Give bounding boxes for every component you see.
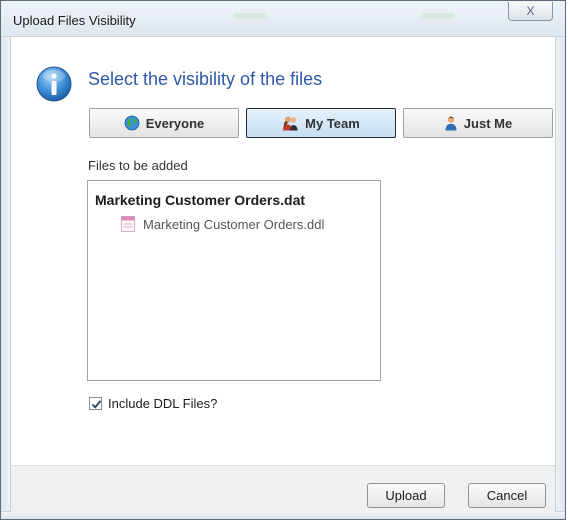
dialog-window: Upload Files Visibility X Select the vis… [0, 0, 566, 520]
info-icon [35, 65, 73, 103]
everyone-label: Everyone [145, 115, 205, 131]
everyone-button[interactable]: Everyone [89, 108, 239, 138]
title-bar-decoration [233, 13, 267, 19]
dialog-footer: Upload Cancel [11, 465, 555, 512]
just-me-label: Just Me [463, 115, 513, 131]
window-title: Upload Files Visibility [13, 13, 136, 28]
file-item-dat[interactable]: Marketing Customer Orders.dat [95, 192, 305, 208]
upload-button-label: Upload [385, 488, 427, 503]
checkmark-icon [91, 400, 102, 409]
file-item-ddl-name: Marketing Customer Orders.ddl [143, 216, 325, 232]
ddl-file-icon [121, 216, 135, 232]
cancel-button-label: Cancel [486, 488, 528, 503]
include-ddl-label: Include DDL Files? [108, 396, 218, 411]
upload-button[interactable]: Upload [367, 483, 445, 508]
include-ddl-option[interactable]: Include DDL Files? [89, 396, 217, 411]
title-bar[interactable]: Upload Files Visibility X [1, 1, 565, 37]
files-label: Files to be added [88, 158, 188, 173]
my-team-button[interactable]: My Team [246, 108, 396, 138]
team-icon [282, 115, 299, 131]
user-icon [444, 115, 458, 131]
cancel-button[interactable]: Cancel [468, 483, 546, 508]
title-bar-decoration [421, 13, 455, 19]
window-border-left [1, 37, 11, 519]
close-icon: X [526, 4, 535, 18]
just-me-button[interactable]: Just Me [403, 108, 553, 138]
window-border-right [555, 37, 565, 519]
my-team-label: My Team [305, 115, 360, 131]
dialog-heading: Select the visibility of the files [88, 69, 323, 89]
dialog-content: Select the visibility of the files Every… [11, 37, 555, 465]
close-button[interactable]: X [508, 2, 553, 21]
files-list[interactable]: Marketing Customer Orders.dat Marketing … [87, 180, 381, 381]
file-item-ddl[interactable]: Marketing Customer Orders.ddl [121, 216, 324, 232]
window-border-bottom [1, 511, 565, 519]
globe-icon [124, 115, 140, 131]
include-ddl-checkbox[interactable] [89, 397, 102, 410]
